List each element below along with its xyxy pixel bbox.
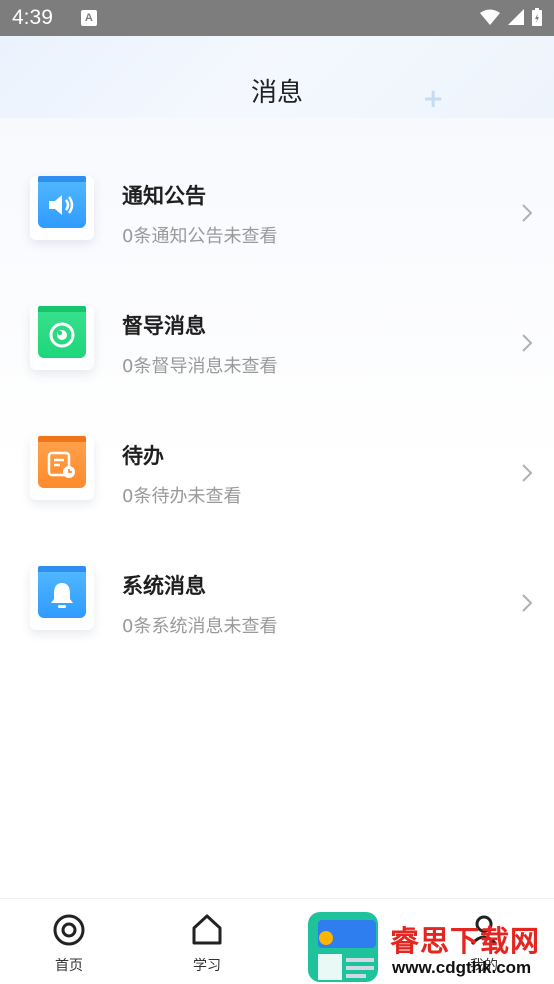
watermark-logo-icon <box>308 912 378 982</box>
list-item-system[interactable]: 系统消息 0条系统消息未查看 <box>0 566 554 676</box>
status-indicators <box>480 8 542 26</box>
watermark-name: 睿思下载网 <box>390 924 541 958</box>
message-list: 通知公告 0条通知公告未查看 督导消息 0条督导消息未查看 待办 0条待办未查看 <box>0 118 554 898</box>
status-bar: 4:39 A <box>0 0 554 36</box>
item-title: 系统消息 <box>122 574 206 598</box>
item-title: 通知公告 <box>122 184 206 208</box>
item-title: 待办 <box>122 444 164 468</box>
plus-decoration-icon: + <box>422 84 444 114</box>
bell-icon <box>30 566 94 630</box>
list-item-notice[interactable]: 通知公告 0条通知公告未查看 <box>0 176 554 286</box>
page-title: 消息 <box>250 78 303 108</box>
header: 消息 + <box>0 36 554 120</box>
item-subtitle: 0条督导消息未查看 <box>122 356 278 377</box>
todo-clock-icon <box>30 436 94 500</box>
item-subtitle: 0条待办未查看 <box>122 486 242 507</box>
watermark-url: www.cdgthk.com <box>392 958 532 977</box>
tab-study[interactable]: 学习 <box>167 913 247 975</box>
tab-home[interactable]: 首页 <box>29 913 109 975</box>
item-subtitle: 0条通知公告未查看 <box>122 226 278 247</box>
wifi-icon <box>480 9 500 25</box>
chevron-right-icon <box>522 334 532 352</box>
signal-icon <box>508 9 524 25</box>
item-title: 督导消息 <box>122 314 206 338</box>
eye-icon <box>30 306 94 370</box>
chevron-right-icon <box>522 204 532 222</box>
status-time: 4:39 <box>12 6 53 29</box>
tab-label: 首页 <box>55 958 83 974</box>
list-item-todo[interactable]: 待办 0条待办未查看 <box>0 436 554 546</box>
speaker-icon <box>30 176 94 240</box>
chevron-right-icon <box>522 594 532 612</box>
chevron-right-icon <box>522 464 532 482</box>
watermark: 睿思下载网 www.cdgthk.com <box>306 910 554 984</box>
target-icon <box>53 914 85 946</box>
list-item-supervision[interactable]: 督导消息 0条督导消息未查看 <box>0 306 554 416</box>
battery-icon <box>532 8 542 26</box>
item-subtitle: 0条系统消息未查看 <box>122 616 278 637</box>
tab-label: 学习 <box>193 958 221 974</box>
notification-icon: A <box>80 10 97 26</box>
home-icon <box>192 914 222 945</box>
